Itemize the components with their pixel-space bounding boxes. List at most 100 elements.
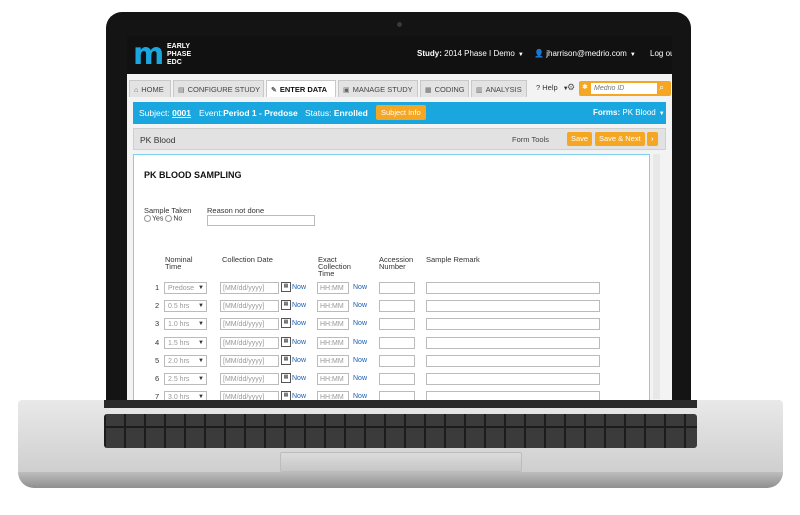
chevron-down-icon: ▼ xyxy=(198,394,204,400)
edit-icon: ✎ xyxy=(271,87,277,94)
date-now-link[interactable]: Now xyxy=(292,320,306,327)
tab-enter-data[interactable]: ✎ ENTER DATA xyxy=(266,80,336,97)
date-now-link[interactable]: Now xyxy=(292,302,306,309)
time-now-link[interactable]: Now xyxy=(353,375,367,382)
accession-number-input[interactable] xyxy=(379,300,415,313)
collection-date-input[interactable]: [MM/dd/yyyy] xyxy=(220,354,279,367)
collection-date-input[interactable]: [MM/dd/yyyy] xyxy=(220,336,279,349)
calendar-icon[interactable]: ▦ xyxy=(281,282,291,292)
nominal-time-select[interactable]: Predose ▼ xyxy=(164,282,207,294)
time-now-link[interactable]: Now xyxy=(353,320,367,327)
next-arrow-icon[interactable]: › xyxy=(647,132,658,146)
user-menu[interactable]: jharrison@medrio.com xyxy=(546,49,627,58)
exact-time-input[interactable]: HH:MM xyxy=(317,373,349,385)
configure-icon: ▤ xyxy=(178,87,185,94)
accession-number-input[interactable] xyxy=(379,282,415,294)
sample-remark-input[interactable] xyxy=(426,373,600,385)
nominal-time-select[interactable]: 1.0 hrs ▼ xyxy=(164,318,207,331)
reason-not-done-input[interactable] xyxy=(207,215,315,226)
collection-date-input[interactable]: [MM/dd/yyyy] xyxy=(220,300,279,313)
exact-time-input[interactable]: HH:MM xyxy=(317,300,349,313)
row-number: 7 xyxy=(155,392,160,400)
nominal-time-select[interactable]: 2.0 hrs ▼ xyxy=(164,354,207,367)
time-now-link[interactable]: Now xyxy=(353,284,367,291)
save-next-button[interactable]: Save & Next xyxy=(595,132,645,146)
collection-date-input[interactable]: [MM/dd/yyyy] xyxy=(220,391,279,400)
time-now-link[interactable]: Now xyxy=(353,302,367,309)
accession-number-input[interactable] xyxy=(379,391,415,400)
help-menu[interactable]: ? Help ▼ xyxy=(536,83,569,92)
status-field: Status: Enrolled xyxy=(305,108,368,118)
sample-remark-input[interactable] xyxy=(426,336,600,349)
collection-date-input[interactable]: [MM/dd/yyyy] xyxy=(220,282,279,294)
forms-selector[interactable]: Forms: PK Blood ▼ xyxy=(593,108,665,117)
collection-date-input[interactable]: [MM/dd/yyyy] xyxy=(220,318,279,331)
sample-remark-input[interactable] xyxy=(426,282,600,294)
keyboard xyxy=(104,414,697,448)
no-radio[interactable] xyxy=(165,215,173,222)
exact-time-input[interactable]: HH:MM xyxy=(317,282,349,294)
study-label: Study: xyxy=(417,49,442,58)
col-accession: Accession Number xyxy=(379,255,414,271)
time-now-link[interactable]: Now xyxy=(353,357,367,364)
row-number: 3 xyxy=(155,319,160,329)
sample-remark-input[interactable] xyxy=(426,354,600,367)
medrio-id-search: ✱ ⌕ xyxy=(579,81,671,96)
date-now-link[interactable]: Now xyxy=(292,393,306,400)
calendar-icon[interactable]: ▦ xyxy=(281,354,291,365)
yes-radio[interactable] xyxy=(144,215,151,222)
sample-remark-input[interactable] xyxy=(426,318,600,331)
tab-analysis[interactable]: ▥ ANALYSIS xyxy=(471,80,527,97)
exact-time-input[interactable]: HH:MM xyxy=(317,336,349,349)
accession-number-input[interactable] xyxy=(379,354,415,367)
scrollbar[interactable] xyxy=(653,154,660,399)
tab-manage-study[interactable]: ▣ MANAGE STUDY xyxy=(338,80,418,97)
exact-time-input[interactable]: HH:MM xyxy=(317,391,349,400)
collection-date-input[interactable]: [MM/dd/yyyy] xyxy=(220,373,279,385)
nominal-time-select[interactable]: 1.5 hrs ▼ xyxy=(164,336,207,349)
medrio-id-input[interactable] xyxy=(591,83,657,94)
study-selector[interactable]: Study: 2014 Phase I Demo ▼ 👤 jharrison@me… xyxy=(417,49,672,58)
subject-info-button[interactable]: Subject Info xyxy=(376,105,426,120)
sample-remark-input[interactable] xyxy=(426,300,600,313)
nominal-time-select[interactable]: 0.5 hrs ▼ xyxy=(164,300,207,313)
nominal-time-select[interactable]: 3.0 hrs ▼ xyxy=(164,391,207,400)
row-number: 2 xyxy=(155,301,160,311)
accession-number-input[interactable] xyxy=(379,318,415,331)
save-button[interactable]: Save xyxy=(567,132,593,146)
tab-home[interactable]: ⌂ HOME xyxy=(129,80,171,97)
chevron-down-icon: ▼ xyxy=(198,321,204,328)
accession-number-input[interactable] xyxy=(379,373,415,385)
exact-time-input[interactable]: HH:MM xyxy=(317,318,349,331)
calendar-icon[interactable]: ▦ xyxy=(281,373,291,383)
row-number: 5 xyxy=(155,355,160,365)
time-now-link[interactable]: Now xyxy=(353,339,367,346)
search-icon[interactable]: ⌕ xyxy=(659,82,664,93)
date-now-link[interactable]: Now xyxy=(292,284,306,291)
date-now-link[interactable]: Now xyxy=(292,375,306,382)
nominal-time-select[interactable]: 2.5 hrs ▼ xyxy=(164,373,207,385)
date-now-link[interactable]: Now xyxy=(292,357,306,364)
event-field: Event:Period 1 - Predose xyxy=(199,108,298,118)
tab-configure-study[interactable]: ▤ CONFIGURE STUDY xyxy=(173,80,264,97)
tab-coding[interactable]: ▦ CODING xyxy=(420,80,469,97)
exact-time-input[interactable]: HH:MM xyxy=(317,354,349,367)
logout-link[interactable]: Log out xyxy=(650,49,672,58)
calendar-icon[interactable]: ▦ xyxy=(281,300,291,311)
chevron-down-icon: ▼ xyxy=(198,376,204,382)
subject-link[interactable]: 0001 xyxy=(172,108,191,118)
accession-number-input[interactable] xyxy=(379,336,415,349)
date-now-link[interactable]: Now xyxy=(292,339,306,346)
chevron-down-icon: ▼ xyxy=(629,52,636,58)
sample-remark-input[interactable] xyxy=(426,391,600,400)
row-number: 4 xyxy=(155,337,160,347)
chevron-down-icon: ▼ xyxy=(198,285,204,291)
gear-icon[interactable]: ⚙ xyxy=(567,82,575,93)
calendar-icon[interactable]: ▦ xyxy=(281,336,291,347)
calendar-icon[interactable]: ▦ xyxy=(281,318,291,329)
calendar-icon[interactable]: ▦ xyxy=(281,391,291,400)
col-nominal-time: Nominal Time xyxy=(165,255,193,271)
time-now-link[interactable]: Now xyxy=(353,393,367,400)
form-tools-menu[interactable]: Form Tools xyxy=(512,135,549,144)
reason-not-done-label: Reason not done xyxy=(207,206,265,215)
